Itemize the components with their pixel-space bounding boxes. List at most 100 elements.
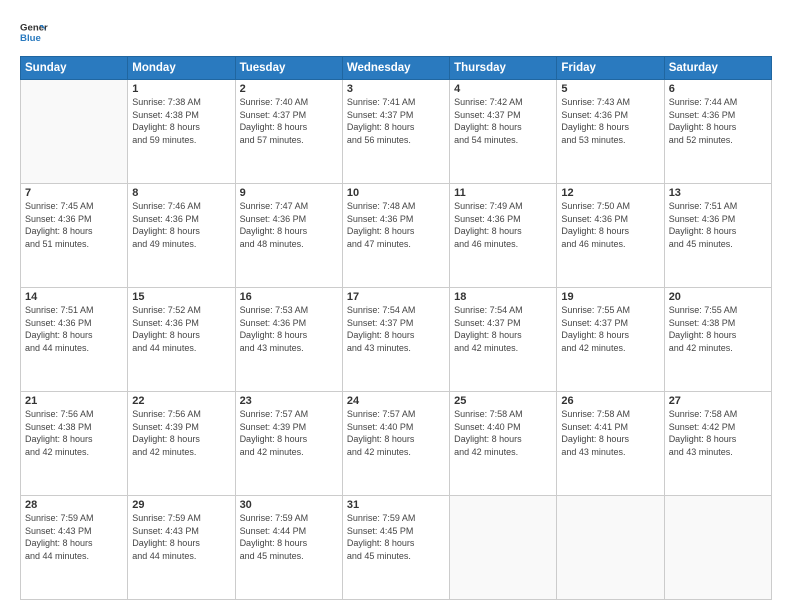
day-info: Sunrise: 7:47 AM Sunset: 4:36 PM Dayligh… xyxy=(240,200,338,250)
calendar-cell: 12Sunrise: 7:50 AM Sunset: 4:36 PM Dayli… xyxy=(557,184,664,288)
day-info: Sunrise: 7:58 AM Sunset: 4:40 PM Dayligh… xyxy=(454,408,552,458)
day-info: Sunrise: 7:44 AM Sunset: 4:36 PM Dayligh… xyxy=(669,96,767,146)
svg-text:Blue: Blue xyxy=(20,33,41,44)
calendar-table: SundayMondayTuesdayWednesdayThursdayFrid… xyxy=(20,56,772,600)
calendar-cell: 11Sunrise: 7:49 AM Sunset: 4:36 PM Dayli… xyxy=(450,184,557,288)
day-number: 20 xyxy=(669,291,767,303)
day-info: Sunrise: 7:51 AM Sunset: 4:36 PM Dayligh… xyxy=(25,304,123,354)
day-info: Sunrise: 7:59 AM Sunset: 4:43 PM Dayligh… xyxy=(25,512,123,562)
weekday-header: Monday xyxy=(128,57,235,80)
calendar-cell xyxy=(664,496,771,600)
calendar-cell: 29Sunrise: 7:59 AM Sunset: 4:43 PM Dayli… xyxy=(128,496,235,600)
day-info: Sunrise: 7:40 AM Sunset: 4:37 PM Dayligh… xyxy=(240,96,338,146)
calendar-week-row: 1Sunrise: 7:38 AM Sunset: 4:38 PM Daylig… xyxy=(21,80,772,184)
calendar-cell: 2Sunrise: 7:40 AM Sunset: 4:37 PM Daylig… xyxy=(235,80,342,184)
logo: General Blue xyxy=(20,18,50,46)
weekday-header-row: SundayMondayTuesdayWednesdayThursdayFrid… xyxy=(21,57,772,80)
day-info: Sunrise: 7:53 AM Sunset: 4:36 PM Dayligh… xyxy=(240,304,338,354)
day-number: 28 xyxy=(25,499,123,511)
day-info: Sunrise: 7:50 AM Sunset: 4:36 PM Dayligh… xyxy=(561,200,659,250)
day-info: Sunrise: 7:56 AM Sunset: 4:38 PM Dayligh… xyxy=(25,408,123,458)
day-number: 16 xyxy=(240,291,338,303)
calendar-cell: 8Sunrise: 7:46 AM Sunset: 4:36 PM Daylig… xyxy=(128,184,235,288)
calendar-cell: 15Sunrise: 7:52 AM Sunset: 4:36 PM Dayli… xyxy=(128,288,235,392)
calendar-cell: 23Sunrise: 7:57 AM Sunset: 4:39 PM Dayli… xyxy=(235,392,342,496)
day-number: 31 xyxy=(347,499,445,511)
calendar-cell: 25Sunrise: 7:58 AM Sunset: 4:40 PM Dayli… xyxy=(450,392,557,496)
day-number: 22 xyxy=(132,395,230,407)
day-info: Sunrise: 7:51 AM Sunset: 4:36 PM Dayligh… xyxy=(669,200,767,250)
day-number: 12 xyxy=(561,187,659,199)
day-number: 2 xyxy=(240,83,338,95)
day-number: 8 xyxy=(132,187,230,199)
day-number: 11 xyxy=(454,187,552,199)
calendar-week-row: 14Sunrise: 7:51 AM Sunset: 4:36 PM Dayli… xyxy=(21,288,772,392)
calendar-cell: 17Sunrise: 7:54 AM Sunset: 4:37 PM Dayli… xyxy=(342,288,449,392)
day-info: Sunrise: 7:42 AM Sunset: 4:37 PM Dayligh… xyxy=(454,96,552,146)
day-info: Sunrise: 7:58 AM Sunset: 4:42 PM Dayligh… xyxy=(669,408,767,458)
day-number: 25 xyxy=(454,395,552,407)
day-info: Sunrise: 7:46 AM Sunset: 4:36 PM Dayligh… xyxy=(132,200,230,250)
day-info: Sunrise: 7:52 AM Sunset: 4:36 PM Dayligh… xyxy=(132,304,230,354)
day-number: 29 xyxy=(132,499,230,511)
calendar-cell: 28Sunrise: 7:59 AM Sunset: 4:43 PM Dayli… xyxy=(21,496,128,600)
calendar-cell: 9Sunrise: 7:47 AM Sunset: 4:36 PM Daylig… xyxy=(235,184,342,288)
weekday-header: Wednesday xyxy=(342,57,449,80)
day-number: 26 xyxy=(561,395,659,407)
calendar-cell: 30Sunrise: 7:59 AM Sunset: 4:44 PM Dayli… xyxy=(235,496,342,600)
day-number: 30 xyxy=(240,499,338,511)
weekday-header: Sunday xyxy=(21,57,128,80)
weekday-header: Tuesday xyxy=(235,57,342,80)
day-number: 1 xyxy=(132,83,230,95)
day-info: Sunrise: 7:38 AM Sunset: 4:38 PM Dayligh… xyxy=(132,96,230,146)
logo-icon: General Blue xyxy=(20,18,48,46)
day-info: Sunrise: 7:48 AM Sunset: 4:36 PM Dayligh… xyxy=(347,200,445,250)
day-info: Sunrise: 7:55 AM Sunset: 4:38 PM Dayligh… xyxy=(669,304,767,354)
calendar-cell: 7Sunrise: 7:45 AM Sunset: 4:36 PM Daylig… xyxy=(21,184,128,288)
calendar-cell: 18Sunrise: 7:54 AM Sunset: 4:37 PM Dayli… xyxy=(450,288,557,392)
day-info: Sunrise: 7:41 AM Sunset: 4:37 PM Dayligh… xyxy=(347,96,445,146)
day-number: 21 xyxy=(25,395,123,407)
calendar-week-row: 21Sunrise: 7:56 AM Sunset: 4:38 PM Dayli… xyxy=(21,392,772,496)
calendar-cell xyxy=(557,496,664,600)
day-number: 6 xyxy=(669,83,767,95)
calendar-cell: 3Sunrise: 7:41 AM Sunset: 4:37 PM Daylig… xyxy=(342,80,449,184)
calendar-cell: 10Sunrise: 7:48 AM Sunset: 4:36 PM Dayli… xyxy=(342,184,449,288)
day-number: 17 xyxy=(347,291,445,303)
calendar-cell: 6Sunrise: 7:44 AM Sunset: 4:36 PM Daylig… xyxy=(664,80,771,184)
calendar-cell: 13Sunrise: 7:51 AM Sunset: 4:36 PM Dayli… xyxy=(664,184,771,288)
calendar-cell: 24Sunrise: 7:57 AM Sunset: 4:40 PM Dayli… xyxy=(342,392,449,496)
day-number: 4 xyxy=(454,83,552,95)
day-number: 3 xyxy=(347,83,445,95)
day-number: 7 xyxy=(25,187,123,199)
calendar-cell: 26Sunrise: 7:58 AM Sunset: 4:41 PM Dayli… xyxy=(557,392,664,496)
day-info: Sunrise: 7:54 AM Sunset: 4:37 PM Dayligh… xyxy=(454,304,552,354)
calendar-cell: 21Sunrise: 7:56 AM Sunset: 4:38 PM Dayli… xyxy=(21,392,128,496)
calendar-cell: 16Sunrise: 7:53 AM Sunset: 4:36 PM Dayli… xyxy=(235,288,342,392)
day-number: 9 xyxy=(240,187,338,199)
calendar-cell xyxy=(21,80,128,184)
day-info: Sunrise: 7:49 AM Sunset: 4:36 PM Dayligh… xyxy=(454,200,552,250)
day-number: 18 xyxy=(454,291,552,303)
day-number: 13 xyxy=(669,187,767,199)
day-info: Sunrise: 7:55 AM Sunset: 4:37 PM Dayligh… xyxy=(561,304,659,354)
day-number: 27 xyxy=(669,395,767,407)
calendar-week-row: 7Sunrise: 7:45 AM Sunset: 4:36 PM Daylig… xyxy=(21,184,772,288)
day-info: Sunrise: 7:57 AM Sunset: 4:40 PM Dayligh… xyxy=(347,408,445,458)
header: General Blue xyxy=(20,18,772,46)
day-info: Sunrise: 7:56 AM Sunset: 4:39 PM Dayligh… xyxy=(132,408,230,458)
page: General Blue SundayMondayTuesdayWednesda… xyxy=(0,0,792,612)
day-info: Sunrise: 7:58 AM Sunset: 4:41 PM Dayligh… xyxy=(561,408,659,458)
calendar-cell: 1Sunrise: 7:38 AM Sunset: 4:38 PM Daylig… xyxy=(128,80,235,184)
day-info: Sunrise: 7:59 AM Sunset: 4:43 PM Dayligh… xyxy=(132,512,230,562)
calendar-cell xyxy=(450,496,557,600)
weekday-header: Thursday xyxy=(450,57,557,80)
day-info: Sunrise: 7:57 AM Sunset: 4:39 PM Dayligh… xyxy=(240,408,338,458)
calendar-week-row: 28Sunrise: 7:59 AM Sunset: 4:43 PM Dayli… xyxy=(21,496,772,600)
day-info: Sunrise: 7:45 AM Sunset: 4:36 PM Dayligh… xyxy=(25,200,123,250)
calendar-cell: 20Sunrise: 7:55 AM Sunset: 4:38 PM Dayli… xyxy=(664,288,771,392)
day-info: Sunrise: 7:43 AM Sunset: 4:36 PM Dayligh… xyxy=(561,96,659,146)
day-info: Sunrise: 7:54 AM Sunset: 4:37 PM Dayligh… xyxy=(347,304,445,354)
weekday-header: Friday xyxy=(557,57,664,80)
calendar-cell: 4Sunrise: 7:42 AM Sunset: 4:37 PM Daylig… xyxy=(450,80,557,184)
